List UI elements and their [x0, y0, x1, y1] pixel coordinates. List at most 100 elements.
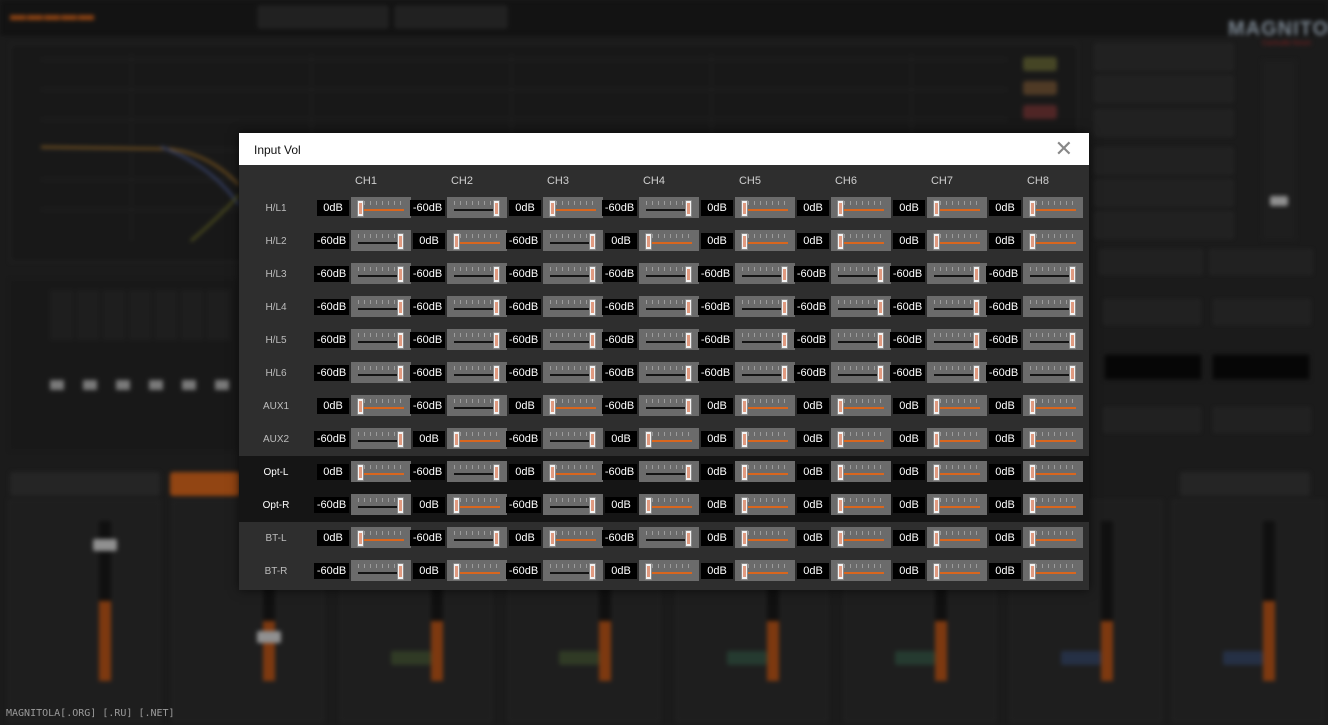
slider-thumb[interactable]	[1029, 530, 1036, 547]
slider-thumb[interactable]	[397, 233, 404, 250]
gain-slider[interactable]	[351, 197, 411, 218]
slider-thumb[interactable]	[1069, 365, 1076, 382]
slider-thumb[interactable]	[741, 563, 748, 580]
gain-slider[interactable]	[639, 329, 699, 350]
gain-slider[interactable]	[639, 527, 699, 548]
slider-thumb[interactable]	[493, 365, 500, 382]
gain-slider[interactable]	[831, 494, 891, 515]
slider-thumb[interactable]	[397, 365, 404, 382]
slider-thumb[interactable]	[837, 563, 844, 580]
slider-thumb[interactable]	[877, 365, 884, 382]
close-icon[interactable]: ✕	[1055, 137, 1073, 161]
slider-thumb[interactable]	[549, 530, 556, 547]
gain-slider[interactable]	[543, 296, 603, 317]
slider-thumb[interactable]	[781, 365, 788, 382]
gain-slider[interactable]	[1023, 461, 1083, 482]
slider-thumb[interactable]	[453, 431, 460, 448]
gain-slider[interactable]	[927, 494, 987, 515]
slider-thumb[interactable]	[933, 530, 940, 547]
slider-thumb[interactable]	[741, 233, 748, 250]
gain-slider[interactable]	[351, 329, 411, 350]
slider-thumb[interactable]	[549, 464, 556, 481]
slider-thumb[interactable]	[1029, 464, 1036, 481]
slider-thumb[interactable]	[685, 200, 692, 217]
gain-slider[interactable]	[831, 329, 891, 350]
slider-thumb[interactable]	[685, 332, 692, 349]
gain-slider[interactable]	[447, 527, 507, 548]
gain-slider[interactable]	[831, 197, 891, 218]
slider-thumb[interactable]	[645, 431, 652, 448]
gain-slider[interactable]	[639, 263, 699, 284]
gain-slider[interactable]	[543, 527, 603, 548]
gain-slider[interactable]	[735, 263, 795, 284]
gain-slider[interactable]	[831, 461, 891, 482]
gain-slider[interactable]	[447, 296, 507, 317]
gain-slider[interactable]	[1023, 362, 1083, 383]
slider-thumb[interactable]	[741, 464, 748, 481]
slider-thumb[interactable]	[397, 332, 404, 349]
slider-thumb[interactable]	[493, 299, 500, 316]
gain-slider[interactable]	[1023, 428, 1083, 449]
slider-thumb[interactable]	[685, 530, 692, 547]
gain-slider[interactable]	[927, 461, 987, 482]
slider-thumb[interactable]	[685, 365, 692, 382]
gain-slider[interactable]	[1023, 395, 1083, 416]
gain-slider[interactable]	[927, 395, 987, 416]
gain-slider[interactable]	[1023, 230, 1083, 251]
slider-thumb[interactable]	[493, 530, 500, 547]
gain-slider[interactable]	[735, 395, 795, 416]
gain-slider[interactable]	[735, 560, 795, 581]
gain-slider[interactable]	[735, 494, 795, 515]
slider-thumb[interactable]	[877, 332, 884, 349]
gain-slider[interactable]	[351, 560, 411, 581]
slider-thumb[interactable]	[397, 563, 404, 580]
gain-slider[interactable]	[447, 230, 507, 251]
gain-slider[interactable]	[735, 362, 795, 383]
gain-slider[interactable]	[639, 395, 699, 416]
gain-slider[interactable]	[543, 428, 603, 449]
gain-slider[interactable]	[447, 395, 507, 416]
slider-thumb[interactable]	[1069, 266, 1076, 283]
slider-thumb[interactable]	[741, 497, 748, 514]
gain-slider[interactable]	[351, 461, 411, 482]
slider-thumb[interactable]	[741, 398, 748, 415]
gain-slider[interactable]	[927, 197, 987, 218]
gain-slider[interactable]	[351, 263, 411, 284]
slider-thumb[interactable]	[493, 464, 500, 481]
gain-slider[interactable]	[447, 263, 507, 284]
slider-thumb[interactable]	[933, 431, 940, 448]
gain-slider[interactable]	[831, 395, 891, 416]
slider-thumb[interactable]	[1069, 299, 1076, 316]
gain-slider[interactable]	[831, 428, 891, 449]
slider-thumb[interactable]	[397, 497, 404, 514]
slider-thumb[interactable]	[589, 497, 596, 514]
gain-slider[interactable]	[927, 296, 987, 317]
slider-thumb[interactable]	[1029, 233, 1036, 250]
slider-thumb[interactable]	[493, 200, 500, 217]
slider-thumb[interactable]	[549, 398, 556, 415]
gain-slider[interactable]	[639, 230, 699, 251]
gain-slider[interactable]	[1023, 329, 1083, 350]
slider-thumb[interactable]	[1029, 431, 1036, 448]
gain-slider[interactable]	[735, 296, 795, 317]
gain-slider[interactable]	[447, 329, 507, 350]
slider-thumb[interactable]	[781, 266, 788, 283]
gain-slider[interactable]	[543, 329, 603, 350]
slider-thumb[interactable]	[781, 299, 788, 316]
gain-slider[interactable]	[447, 197, 507, 218]
gain-slider[interactable]	[831, 296, 891, 317]
gain-slider[interactable]	[543, 362, 603, 383]
gain-slider[interactable]	[927, 230, 987, 251]
gain-slider[interactable]	[927, 560, 987, 581]
gain-slider[interactable]	[351, 296, 411, 317]
gain-slider[interactable]	[1023, 560, 1083, 581]
gain-slider[interactable]	[927, 527, 987, 548]
gain-slider[interactable]	[927, 329, 987, 350]
gain-slider[interactable]	[351, 230, 411, 251]
gain-slider[interactable]	[831, 527, 891, 548]
gain-slider[interactable]	[543, 263, 603, 284]
gain-slider[interactable]	[543, 197, 603, 218]
slider-thumb[interactable]	[453, 497, 460, 514]
slider-thumb[interactable]	[645, 233, 652, 250]
slider-thumb[interactable]	[589, 332, 596, 349]
